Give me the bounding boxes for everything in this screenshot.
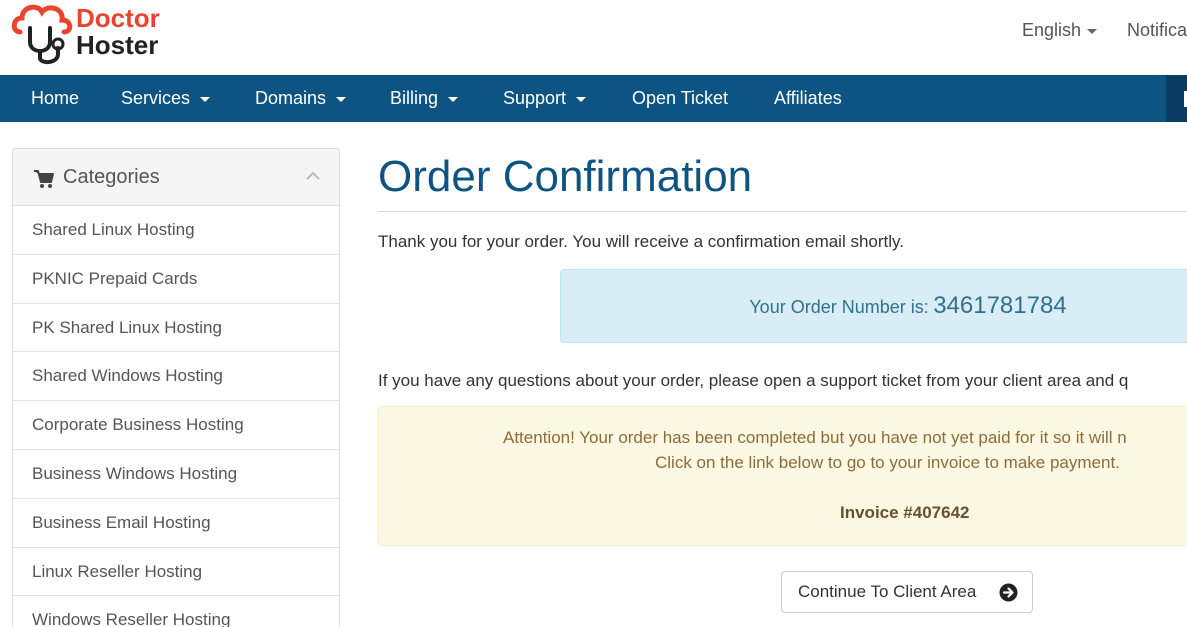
stethoscope-cloud-icon: [11, 4, 73, 65]
category-pk-shared-linux-hosting[interactable]: PK Shared Linux Hosting: [13, 304, 339, 353]
warning-text-line2: Click on the link below to go to your in…: [655, 453, 1120, 472]
order-number-line: Your Order Number is: 3461781784: [561, 292, 1187, 320]
arrow-circle-right-icon: [999, 583, 1018, 602]
caret-down-icon: [448, 96, 459, 102]
category-shared-linux-hosting[interactable]: Shared Linux Hosting: [13, 206, 339, 255]
nav-item-affiliates[interactable]: Affiliates: [774, 75, 842, 122]
invoice-link[interactable]: Invoice #407642: [840, 503, 969, 523]
categories-panel: Categories Shared Linux Hosting PKNIC Pr…: [12, 148, 340, 627]
nav-item-services[interactable]: Services: [121, 75, 211, 122]
nav-item-label: Domains: [255, 88, 327, 108]
nav-item-label: Affiliates: [774, 88, 842, 108]
continue-to-client-area-button[interactable]: Continue To Client Area: [781, 571, 1033, 613]
categories-header[interactable]: Categories: [13, 149, 339, 206]
notifications-link[interactable]: Notifications: [1127, 20, 1187, 41]
nav-cart-button[interactable]: [1166, 75, 1187, 122]
page-title: Order Confirmation: [378, 152, 753, 201]
language-dropdown[interactable]: English: [1022, 20, 1098, 41]
chevron-up-icon[interactable]: [306, 171, 320, 181]
category-business-windows-hosting[interactable]: Business Windows Hosting: [13, 450, 339, 499]
logo-word-doctor: Doctor: [76, 3, 160, 33]
unpaid-warning-alert: Attention! Your order has been completed…: [378, 406, 1187, 546]
nav-item-label: Services: [121, 88, 191, 108]
logo-wordmark: Doctor Hoster: [76, 5, 160, 59]
logo-word-hoster: Hoster: [76, 30, 159, 60]
nav-item-label: Support: [503, 88, 567, 108]
caret-down-icon: [336, 96, 347, 102]
continue-button-label: Continue To Client Area: [798, 582, 977, 601]
categories-title: Categories: [63, 166, 160, 188]
support-questions-text: If you have any questions about your ord…: [378, 371, 1129, 390]
thank-you-message: Thank you for your order. You will recei…: [378, 232, 904, 251]
category-windows-reseller-hosting[interactable]: Windows Reseller Hosting: [13, 596, 339, 627]
nav-item-billing[interactable]: Billing: [390, 75, 459, 122]
category-pknic-prepaid-cards[interactable]: PKNIC Prepaid Cards: [13, 255, 339, 304]
nav-item-label: Home: [31, 88, 80, 108]
category-linux-reseller-hosting[interactable]: Linux Reseller Hosting: [13, 548, 339, 597]
doctor-hoster-logo[interactable]: Doctor Hoster: [10, 2, 190, 66]
order-number-value: 3461781784: [933, 292, 1067, 319]
nav-item-home[interactable]: Home: [31, 75, 79, 122]
caret-down-icon: [576, 96, 587, 102]
caret-down-icon: [1087, 28, 1098, 34]
category-corporate-business-hosting[interactable]: Corporate Business Hosting: [13, 401, 339, 450]
category-business-email-hosting[interactable]: Business Email Hosting: [13, 499, 339, 548]
nav-item-support[interactable]: Support: [503, 75, 587, 122]
category-shared-windows-hosting[interactable]: Shared Windows Hosting: [13, 352, 339, 402]
nav-item-label: Billing: [390, 88, 439, 108]
site-header: Doctor Hoster English Notifications: [0, 0, 1187, 75]
language-label: English: [1022, 20, 1082, 40]
shopping-cart-icon: [34, 170, 54, 188]
nav-item-domains[interactable]: Domains: [255, 75, 347, 122]
title-divider: [378, 211, 1187, 212]
nav-item-open-ticket[interactable]: Open Ticket: [632, 75, 728, 122]
warning-text-line1: Attention! Your order has been completed…: [503, 428, 1127, 447]
order-number-alert: Your Order Number is: 3461781784: [560, 269, 1187, 343]
order-number-label: Your Order Number is:: [749, 297, 929, 317]
nav-item-label: Open Ticket: [632, 88, 729, 108]
main-navbar: Home Services Domains Billing Support Op…: [0, 75, 1187, 122]
caret-down-icon: [200, 96, 211, 102]
